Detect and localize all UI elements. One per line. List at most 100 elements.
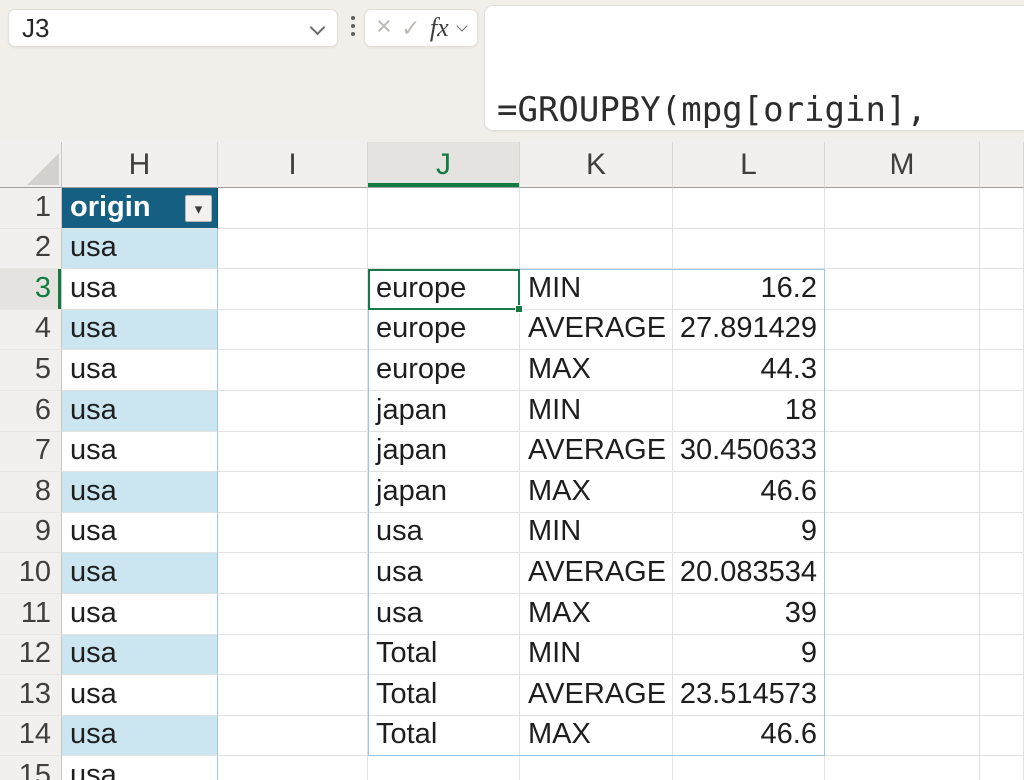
cell-K6[interactable]: MIN (520, 391, 673, 432)
cell-L13[interactable]: 23.514573 (673, 675, 825, 716)
cell-L6[interactable]: 18 (673, 391, 825, 432)
row-header-6[interactable]: 6 (0, 391, 62, 432)
row-header-15[interactable]: 15 (0, 756, 62, 780)
cell-K9[interactable]: MIN (520, 513, 673, 554)
cell-L4[interactable]: 27.891429 (673, 310, 825, 351)
cell-M4[interactable] (825, 310, 980, 351)
cell-K8[interactable]: MAX (520, 472, 673, 513)
cell-H7[interactable]: usa (62, 432, 218, 473)
cell-H4[interactable]: usa (62, 310, 218, 351)
cell-K12[interactable]: MIN (520, 635, 673, 676)
column-header-partial[interactable] (980, 142, 1024, 188)
column-header-J[interactable]: J (368, 142, 520, 188)
cell-H15[interactable]: usa (62, 756, 218, 780)
row-header-2[interactable]: 2 (0, 229, 62, 270)
cell-I1[interactable] (218, 188, 368, 229)
cell-H10[interactable]: usa (62, 553, 218, 594)
cell-I4[interactable] (218, 310, 368, 351)
cell-I5[interactable] (218, 350, 368, 391)
cell-J15[interactable] (368, 756, 520, 780)
cell-H1[interactable]: origin▾ (62, 188, 218, 229)
cell-N2[interactable] (980, 229, 1024, 270)
cell-M15[interactable] (825, 756, 980, 780)
cell-M3[interactable] (825, 269, 980, 310)
cell-I12[interactable] (218, 635, 368, 676)
cell-M8[interactable] (825, 472, 980, 513)
fill-handle[interactable] (515, 305, 523, 313)
cell-L10[interactable]: 20.083534 (673, 553, 825, 594)
cell-H13[interactable]: usa (62, 675, 218, 716)
cell-H8[interactable]: usa (62, 472, 218, 513)
cell-L3[interactable]: 16.2 (673, 269, 825, 310)
column-header-M[interactable]: M (825, 142, 980, 188)
cell-I3[interactable] (218, 269, 368, 310)
cell-J1[interactable] (368, 188, 520, 229)
formula-bar[interactable]: =GROUPBY(mpg[origin], mpg[mpg], VSTACK(M… (484, 5, 1024, 131)
cell-M14[interactable] (825, 716, 980, 757)
cell-N12[interactable] (980, 635, 1024, 676)
cell-K14[interactable]: MAX (520, 716, 673, 757)
cell-J10[interactable]: usa (368, 553, 520, 594)
cell-L15[interactable] (673, 756, 825, 780)
row-header-14[interactable]: 14 (0, 716, 62, 757)
cell-N15[interactable] (980, 756, 1024, 780)
cell-H12[interactable]: usa (62, 635, 218, 676)
cell-M11[interactable] (825, 594, 980, 635)
cell-I10[interactable] (218, 553, 368, 594)
column-header-L[interactable]: L (673, 142, 825, 188)
cell-N5[interactable] (980, 350, 1024, 391)
cell-I13[interactable] (218, 675, 368, 716)
cell-M1[interactable] (825, 188, 980, 229)
cell-H5[interactable]: usa (62, 350, 218, 391)
column-header-I[interactable]: I (218, 142, 368, 188)
row-header-11[interactable]: 11 (0, 594, 62, 635)
cell-N10[interactable] (980, 553, 1024, 594)
cell-H11[interactable]: usa (62, 594, 218, 635)
cell-I7[interactable] (218, 432, 368, 473)
cell-K7[interactable]: AVERAGE (520, 432, 673, 473)
cell-L12[interactable]: 9 (673, 635, 825, 676)
cell-L5[interactable]: 44.3 (673, 350, 825, 391)
cell-L11[interactable]: 39 (673, 594, 825, 635)
cell-J8[interactable]: japan (368, 472, 520, 513)
cell-J11[interactable]: usa (368, 594, 520, 635)
cell-H2[interactable]: usa (62, 229, 218, 270)
insert-function-icon[interactable]: fx (430, 15, 449, 41)
cell-L9[interactable]: 9 (673, 513, 825, 554)
cell-J3[interactable]: europe (368, 269, 520, 310)
cell-I8[interactable] (218, 472, 368, 513)
cancel-icon[interactable]: × (376, 13, 392, 40)
select-all-corner[interactable] (0, 142, 62, 188)
cell-J5[interactable]: europe (368, 350, 520, 391)
column-header-K[interactable]: K (520, 142, 673, 188)
cell-K3[interactable]: MIN (520, 269, 673, 310)
cell-H6[interactable]: usa (62, 391, 218, 432)
cell-N13[interactable] (980, 675, 1024, 716)
name-box[interactable]: J3 (8, 9, 338, 47)
cell-N4[interactable] (980, 310, 1024, 351)
filter-button[interactable]: ▾ (185, 195, 212, 222)
cell-K15[interactable] (520, 756, 673, 780)
cell-I9[interactable] (218, 513, 368, 554)
cell-N1[interactable] (980, 188, 1024, 229)
cell-K4[interactable]: AVERAGE (520, 310, 673, 351)
cell-H14[interactable]: usa (62, 716, 218, 757)
cell-N3[interactable] (980, 269, 1024, 310)
row-header-8[interactable]: 8 (0, 472, 62, 513)
cell-K2[interactable] (520, 229, 673, 270)
cell-L1[interactable] (673, 188, 825, 229)
cell-N11[interactable] (980, 594, 1024, 635)
row-header-4[interactable]: 4 (0, 310, 62, 351)
row-header-1[interactable]: 1 (0, 188, 62, 229)
cell-L8[interactable]: 46.6 (673, 472, 825, 513)
cell-M5[interactable] (825, 350, 980, 391)
cell-J14[interactable]: Total (368, 716, 520, 757)
cell-J7[interactable]: japan (368, 432, 520, 473)
cell-I6[interactable] (218, 391, 368, 432)
cell-M6[interactable] (825, 391, 980, 432)
row-header-5[interactable]: 5 (0, 350, 62, 391)
cell-H3[interactable]: usa (62, 269, 218, 310)
row-header-13[interactable]: 13 (0, 675, 62, 716)
cell-M9[interactable] (825, 513, 980, 554)
cell-I2[interactable] (218, 229, 368, 270)
